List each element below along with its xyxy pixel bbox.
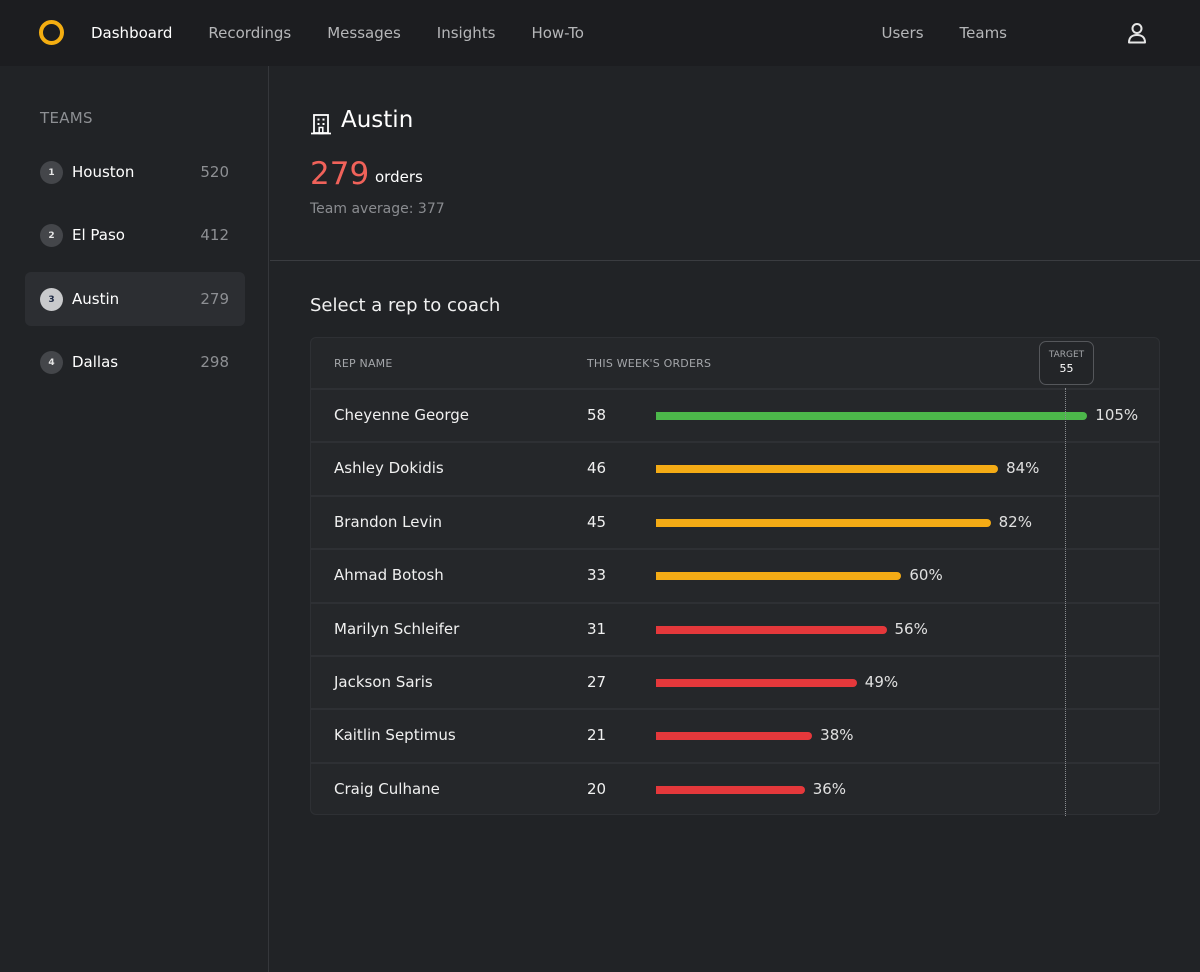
team-name: Dallas bbox=[72, 353, 119, 371]
rep-row[interactable]: Kaitlin Septimus 21 38% bbox=[311, 708, 1159, 761]
orders-bar bbox=[656, 625, 887, 634]
rep-row[interactable]: Ahmad Botosh 33 60% bbox=[311, 548, 1159, 601]
rep-name: Craig Culhane bbox=[334, 779, 440, 798]
column-header-orders: THIS WEEK'S ORDERS bbox=[587, 357, 712, 370]
nav-insights[interactable]: Insights bbox=[437, 24, 496, 42]
team-orders-label: orders bbox=[375, 168, 423, 186]
rep-row[interactable]: Craig Culhane 20 36% bbox=[311, 761, 1159, 815]
orders-bar bbox=[656, 518, 991, 527]
orders-bar bbox=[656, 572, 902, 581]
target-percent: 60% bbox=[909, 566, 943, 585]
secondary-nav: Users Teams bbox=[882, 0, 1007, 66]
building-icon bbox=[311, 114, 331, 135]
team-summary: Austin 279 orders Team average: 377 bbox=[270, 66, 1200, 261]
target-percent: 84% bbox=[1006, 459, 1040, 478]
section-title: Select a rep to coach bbox=[310, 295, 501, 316]
rep-row[interactable]: Brandon Levin 45 82% bbox=[311, 494, 1159, 548]
rep-name: Kaitlin Septimus bbox=[334, 726, 456, 745]
orders-bar bbox=[656, 679, 857, 687]
rep-row[interactable]: Jackson Saris 27 49% bbox=[311, 655, 1159, 708]
rep-orders: 20 bbox=[587, 779, 607, 798]
target-percent: 56% bbox=[894, 619, 928, 638]
team-orders-value: 279 bbox=[310, 156, 370, 192]
user-icon[interactable] bbox=[1127, 22, 1147, 44]
nav-teams[interactable]: Teams bbox=[960, 24, 1007, 42]
column-header-rep-name: REP NAME bbox=[334, 357, 393, 370]
target-percent: 49% bbox=[864, 673, 899, 691]
teams-sidebar: TEAMS 1 Houston 520 2 El Paso 412 3 Aust… bbox=[0, 66, 269, 972]
sidebar-team-houston[interactable]: 1 Houston 520 bbox=[25, 145, 245, 199]
orders-bar bbox=[656, 732, 813, 741]
sidebar-team-dallas[interactable]: 4 Dallas 298 bbox=[25, 335, 245, 389]
target-percent: 105% bbox=[1095, 406, 1139, 424]
target-percent: 38% bbox=[820, 726, 854, 745]
nav-how-to[interactable]: How-To bbox=[531, 24, 584, 42]
sidebar-team-el-paso[interactable]: 2 El Paso 412 bbox=[25, 208, 245, 262]
rep-name: Cheyenne George bbox=[334, 406, 470, 424]
nav-messages[interactable]: Messages bbox=[327, 24, 401, 42]
team-rank-badge: 2 bbox=[40, 224, 63, 247]
target-label: TARGET bbox=[1048, 350, 1085, 360]
target-percent: 82% bbox=[998, 512, 1032, 531]
ring-logo-icon[interactable] bbox=[39, 20, 64, 45]
sidebar-team-austin[interactable]: 3 Austin 279 bbox=[25, 272, 245, 326]
rep-orders: 46 bbox=[587, 459, 607, 478]
team-name: Houston bbox=[72, 163, 135, 181]
rep-orders: 33 bbox=[587, 566, 607, 585]
rep-table: REP NAME THIS WEEK'S ORDERS TARGET 55 Ch… bbox=[310, 337, 1160, 816]
team-count: 520 bbox=[200, 163, 229, 181]
rep-row[interactable]: Cheyenne George 58 105% bbox=[311, 388, 1159, 441]
team-rank-badge: 4 bbox=[40, 351, 63, 374]
target-value: 55 bbox=[1059, 362, 1074, 375]
team-name: Austin bbox=[72, 290, 120, 308]
team-rank-badge: 3 bbox=[40, 288, 63, 311]
orders-bar bbox=[656, 785, 805, 794]
team-count: 279 bbox=[200, 290, 229, 308]
rep-name: Ahmad Botosh bbox=[334, 566, 444, 585]
target-line bbox=[1065, 388, 1066, 816]
rep-name: Marilyn Schleifer bbox=[334, 619, 460, 638]
team-count: 298 bbox=[200, 353, 229, 371]
rep-orders: 27 bbox=[587, 673, 607, 691]
top-nav: Dashboard Recordings Messages Insights H… bbox=[0, 0, 1200, 66]
target-badge: TARGET 55 bbox=[1039, 341, 1094, 385]
primary-nav: Dashboard Recordings Messages Insights H… bbox=[91, 0, 620, 66]
rep-orders: 45 bbox=[587, 512, 607, 531]
rep-name: Brandon Levin bbox=[334, 512, 443, 531]
rep-name: Jackson Saris bbox=[334, 673, 433, 691]
rep-row[interactable]: Marilyn Schleifer 31 56% bbox=[311, 601, 1159, 655]
team-rank-badge: 1 bbox=[40, 161, 63, 184]
team-average: Team average: 377 bbox=[310, 201, 445, 217]
rep-orders: 21 bbox=[587, 726, 607, 745]
rep-row[interactable]: Ashley Dokidis 46 84% bbox=[311, 441, 1159, 494]
nav-recordings[interactable]: Recordings bbox=[208, 24, 291, 42]
nav-users[interactable]: Users bbox=[882, 24, 924, 42]
team-name: El Paso bbox=[72, 226, 125, 244]
rep-orders: 58 bbox=[587, 406, 607, 424]
rep-name: Ashley Dokidis bbox=[334, 459, 444, 478]
page-title: Austin bbox=[341, 107, 414, 133]
sidebar-title: TEAMS bbox=[40, 109, 93, 127]
orders-bar bbox=[656, 465, 999, 474]
team-count: 412 bbox=[200, 226, 229, 244]
orders-bar bbox=[656, 412, 1088, 420]
rep-orders: 31 bbox=[587, 619, 607, 638]
nav-dashboard[interactable]: Dashboard bbox=[91, 24, 172, 42]
target-percent: 36% bbox=[812, 779, 847, 798]
